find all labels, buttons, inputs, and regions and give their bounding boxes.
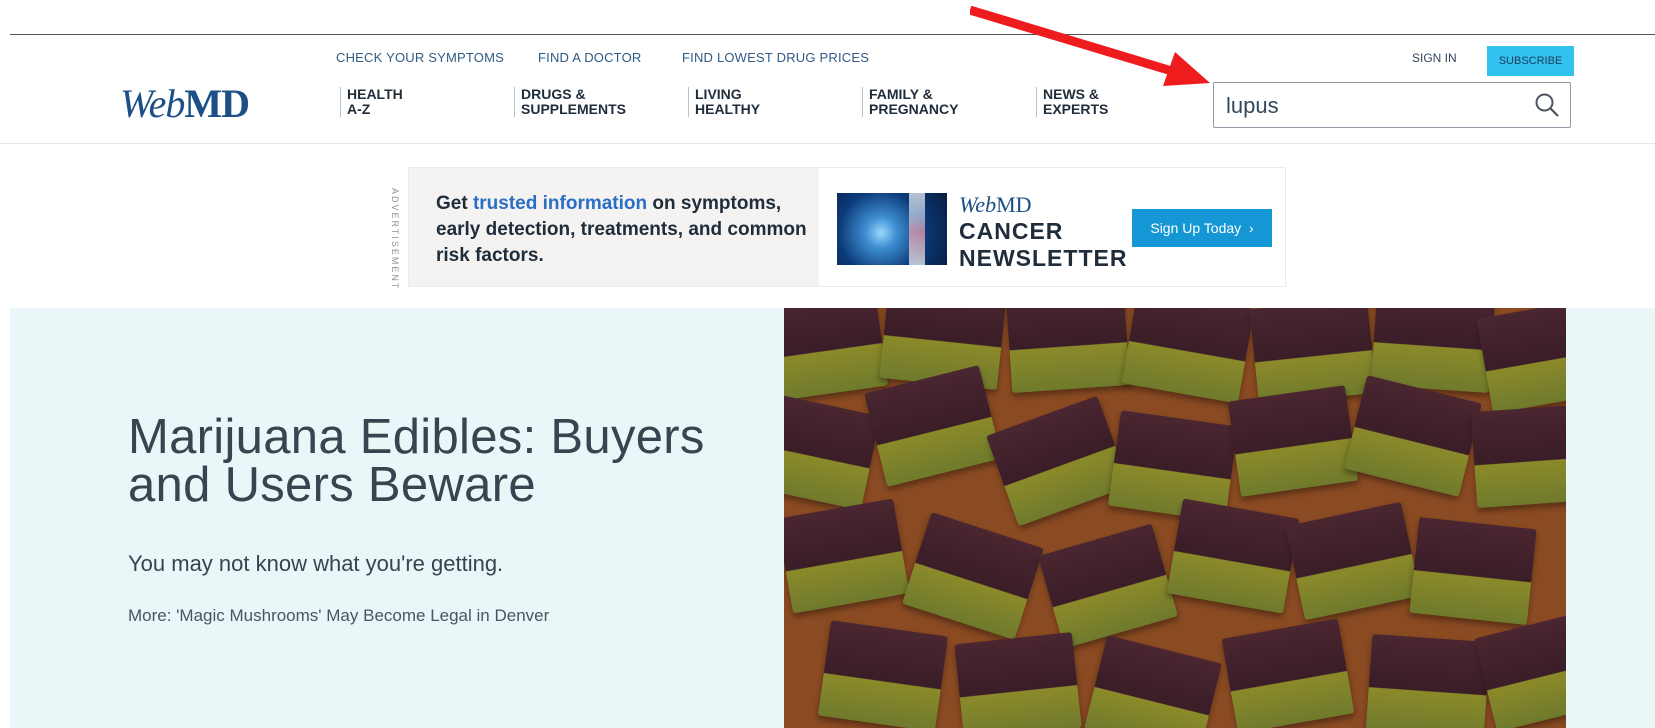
chevron-right-icon: ›	[1248, 220, 1254, 236]
brownies-image[interactable]	[784, 308, 1566, 728]
header-divider	[0, 143, 1655, 144]
hero-more-link[interactable]: More: 'Magic Mushrooms' May Become Legal…	[128, 606, 549, 626]
nav-drugs-supplements[interactable]: DRUGS & SUPPLEMENTS	[514, 87, 671, 117]
link-find-doctor[interactable]: FIND A DOCTOR	[538, 50, 641, 65]
red-arrow-annotation	[970, 5, 1210, 86]
ad-label: ADVERTISEMENT	[390, 188, 400, 291]
search-box[interactable]	[1213, 82, 1571, 128]
top-divider	[10, 34, 1655, 35]
nav-news-experts[interactable]: NEWS & EXPERTS	[1036, 87, 1193, 117]
subscribe-button[interactable]: SUBSCRIBE	[1487, 46, 1574, 76]
nav-living-healthy[interactable]: LIVING HEALTHY	[688, 87, 845, 117]
ad-virus-image	[837, 193, 947, 265]
search-icon[interactable]	[1534, 92, 1560, 118]
ad-newsletter-title: CANCER NEWSLETTER	[959, 218, 1128, 271]
sign-in-link[interactable]: SIGN IN	[1412, 51, 1457, 65]
ad-text: Get trusted information on symptoms, ear…	[436, 193, 807, 266]
webmd-logo[interactable]: WebMD	[120, 80, 250, 127]
sign-up-button[interactable]: Sign Up Today ›	[1132, 209, 1272, 247]
ad-text-panel: Get trusted information on symptoms, ear…	[409, 168, 819, 286]
ad-banner[interactable]: Get trusted information on symptoms, ear…	[408, 167, 1286, 287]
link-drug-prices[interactable]: FIND LOWEST DRUG PRICES	[682, 50, 869, 65]
search-input[interactable]	[1224, 89, 1528, 123]
ad-webmd-logo: WebMD	[959, 192, 1032, 217]
link-check-symptoms[interactable]: CHECK YOUR SYMPTOMS	[336, 50, 504, 65]
hero-subtitle: You may not know what you're getting.	[128, 551, 504, 576]
hero-title[interactable]: Marijuana Edibles: Buyers and Users Bewa…	[128, 413, 748, 510]
nav-health-az[interactable]: HEALTH A-Z	[340, 87, 497, 117]
nav-family-pregnancy[interactable]: FAMILY & PREGNANCY	[862, 87, 1019, 117]
